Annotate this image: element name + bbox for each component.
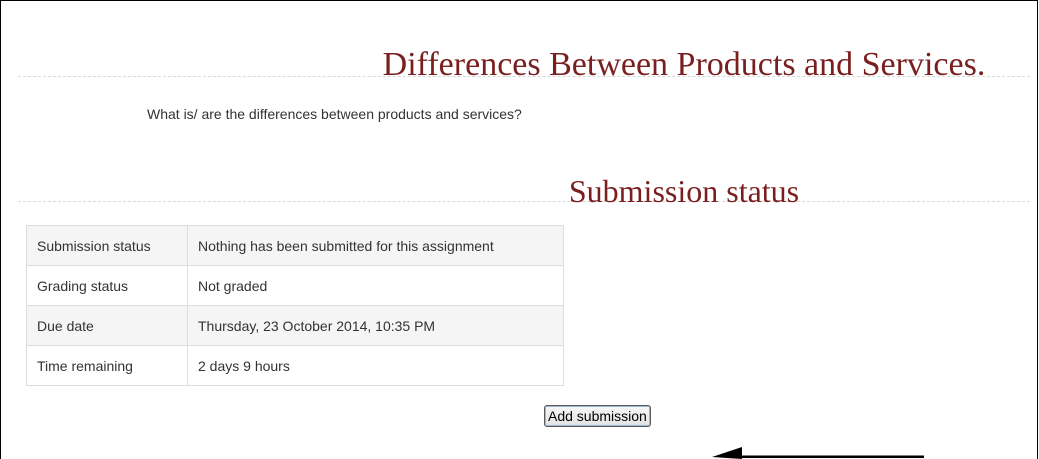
table-row: Time remaining 2 days 9 hours	[26, 345, 564, 386]
row-value: 2 days 9 hours	[187, 345, 564, 386]
table-row: Submission status Nothing has been submi…	[26, 225, 564, 266]
row-label: Time remaining	[26, 345, 188, 386]
row-label: Due date	[26, 305, 188, 346]
row-value: Not graded	[187, 265, 564, 306]
row-label: Submission status	[26, 225, 188, 266]
row-value: Nothing has been submitted for this assi…	[187, 225, 564, 266]
table-row: Grading status Not graded	[26, 265, 564, 306]
submission-status-heading: Submission status	[18, 175, 1030, 207]
submission-status-table: Submission status Nothing has been submi…	[26, 225, 564, 386]
row-value: Thursday, 23 October 2014, 10:35 PM	[187, 305, 564, 346]
add-submission-button[interactable]: Add submission	[544, 405, 651, 427]
row-label: Grading status	[26, 265, 188, 306]
left-arrow-icon	[712, 447, 924, 459]
assignment-title: Differences Between Products and Service…	[18, 48, 1030, 82]
table-row: Due date Thursday, 23 October 2014, 10:3…	[26, 305, 564, 346]
assignment-intro: What is/ are the differences between pro…	[147, 106, 522, 122]
